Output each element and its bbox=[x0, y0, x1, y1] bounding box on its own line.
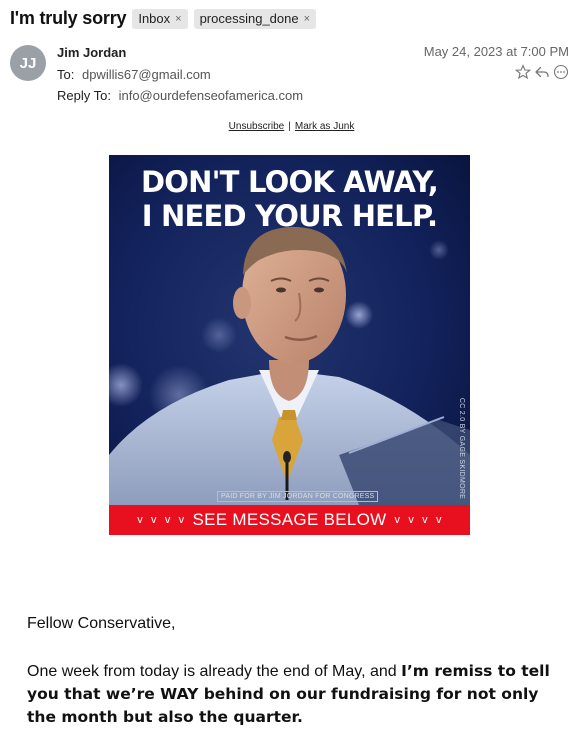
sender-avatar: JJ bbox=[10, 45, 46, 81]
chevron-down-icon: v bbox=[137, 514, 144, 526]
campaign-banner-image[interactable]: DON'T LOOK AWAY, I NEED YOUR HELP. PAID … bbox=[109, 155, 470, 535]
reply-icon[interactable] bbox=[534, 64, 550, 80]
tag-processing-done[interactable]: processing_done × bbox=[193, 8, 317, 29]
chevron-down-icon: v bbox=[164, 514, 171, 526]
chevron-down-icon: v bbox=[178, 514, 185, 526]
email-date: May 24, 2023 at 7:00 PM bbox=[423, 44, 569, 59]
tag-label: processing_done bbox=[199, 11, 299, 26]
link-separator: | bbox=[288, 121, 291, 132]
reply-to-address[interactable]: info@ourdefenseofamerica.com bbox=[119, 88, 303, 103]
reply-to-label: Reply To: bbox=[57, 88, 111, 103]
chevron-down-icon: v bbox=[408, 514, 415, 526]
to-address[interactable]: dpwillis67@gmail.com bbox=[82, 67, 211, 82]
see-message-below-button[interactable]: v v v v SEE MESSAGE BELOW v v v v bbox=[109, 505, 470, 535]
body-greeting: Fellow Conservative, bbox=[27, 615, 176, 632]
unsubscribe-link[interactable]: Unsubscribe bbox=[229, 121, 285, 132]
banner-headline: DON'T LOOK AWAY, I NEED YOUR HELP. bbox=[109, 165, 470, 233]
headline-line-1: DON'T LOOK AWAY, bbox=[141, 165, 439, 199]
to-line: To: dpwillis67@gmail.com bbox=[57, 67, 211, 82]
to-label: To: bbox=[57, 67, 75, 82]
chevron-down-icon: v bbox=[151, 514, 157, 526]
message-actions bbox=[514, 64, 569, 80]
body-paragraph: One week from today is already the end o… bbox=[27, 660, 557, 729]
cta-label: SEE MESSAGE BELOW bbox=[192, 510, 387, 529]
subject-row: I'm truly sorry Inbox × processing_done … bbox=[10, 8, 317, 29]
headline-line-2: I NEED YOUR HELP. bbox=[141, 199, 438, 233]
more-icon[interactable] bbox=[553, 64, 569, 80]
remove-tag-icon[interactable]: × bbox=[175, 13, 181, 25]
star-icon[interactable] bbox=[514, 64, 532, 80]
chevron-down-icon: v bbox=[435, 514, 442, 526]
mark-as-junk-link[interactable]: Mark as Junk bbox=[295, 121, 354, 132]
paid-for-disclaimer: PAID FOR BY JIM JORDAN FOR CONGRESS bbox=[217, 491, 379, 502]
unsubscribe-bar: Unsubscribe | Mark as Junk bbox=[0, 121, 583, 132]
remove-tag-icon[interactable]: × bbox=[304, 13, 310, 25]
tag-inbox[interactable]: Inbox × bbox=[132, 8, 188, 29]
tag-label: Inbox bbox=[138, 11, 171, 26]
reply-to-line: Reply To: info@ourdefenseofamerica.com bbox=[57, 88, 303, 103]
chevron-down-icon: v bbox=[394, 514, 401, 526]
body-paragraph-plain: One week from today is already the end o… bbox=[27, 663, 402, 680]
chevron-down-icon: v bbox=[422, 514, 428, 526]
sender-name[interactable]: Jim Jordan bbox=[57, 45, 126, 60]
photo-credit: CC 2.0 BY GAGE SKIDMORE bbox=[457, 397, 465, 500]
email-subject: I'm truly sorry bbox=[10, 8, 127, 28]
